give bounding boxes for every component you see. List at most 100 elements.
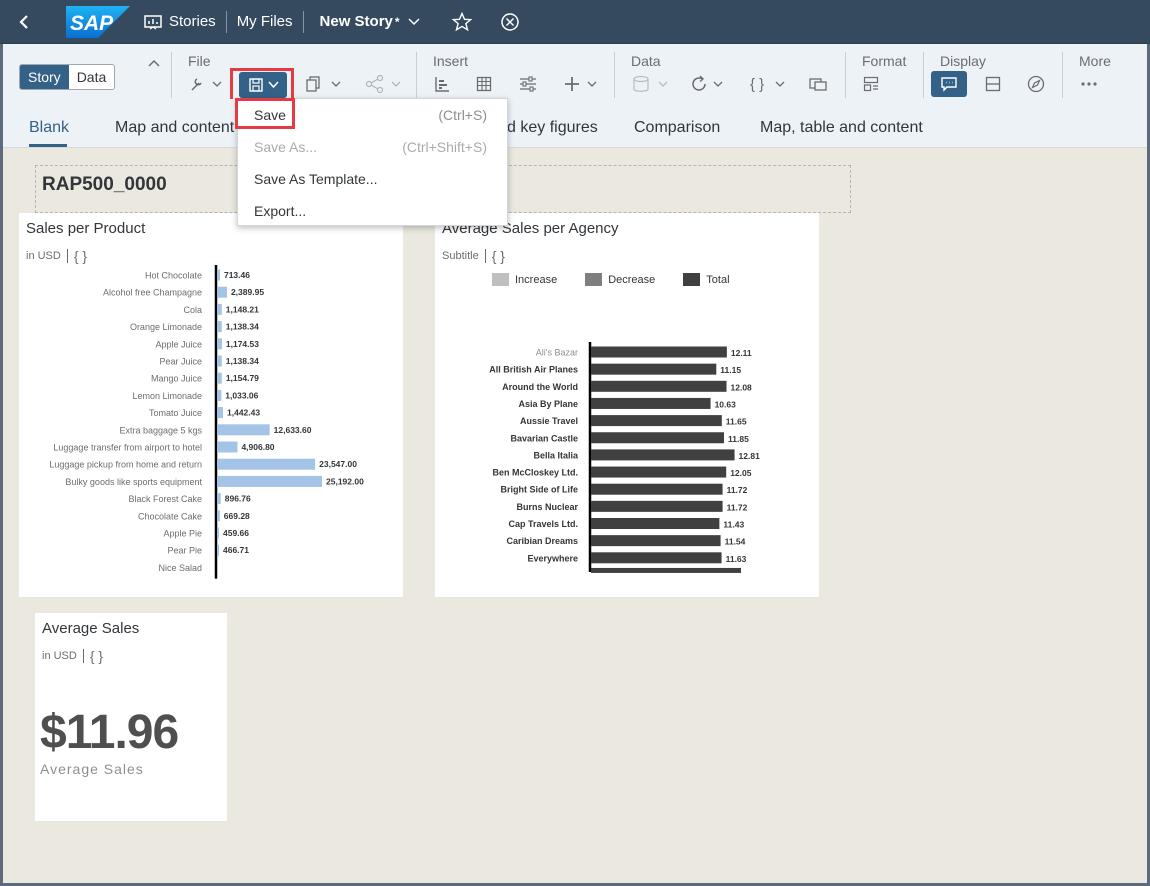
input-control-icon[interactable]	[519, 71, 537, 97]
grid-layout-icon[interactable]	[985, 71, 1001, 97]
bar	[591, 432, 724, 444]
svg-text:{ }: { }	[750, 76, 764, 93]
toolbar-separator	[845, 52, 846, 98]
group-label-format: Format	[862, 53, 907, 69]
toolbar-separator	[171, 52, 172, 98]
collapse-toolbar-icon[interactable]	[147, 50, 161, 76]
save-button[interactable]	[239, 72, 287, 98]
subtitle-divider	[82, 649, 84, 663]
toolbar-separator	[614, 52, 615, 98]
category-label: Orange Limonade	[130, 322, 202, 332]
bar	[217, 338, 222, 350]
category-label: Apple Pie	[163, 529, 202, 539]
sales-per-product-chart[interactable]: Sales per Product in USD { } Hot Chocola…	[19, 213, 403, 597]
edit-tools-icon[interactable]	[189, 71, 223, 97]
data-label: 11.72	[727, 502, 748, 512]
table-icon[interactable]	[476, 71, 492, 97]
format-styling-icon[interactable]	[863, 71, 879, 97]
toolbar: Story Data File Insert Data { } Format D…	[3, 44, 1148, 148]
data-label: 896.76	[225, 494, 251, 504]
data-label: 1,148.21	[226, 304, 259, 314]
more-icon[interactable]	[1080, 71, 1098, 97]
bar	[217, 407, 224, 419]
bar	[217, 355, 222, 367]
group-label-insert: Insert	[433, 53, 469, 69]
my-files-link[interactable]: My Files	[231, 0, 299, 44]
chart-icon[interactable]	[434, 71, 450, 97]
refresh-icon[interactable]	[691, 71, 727, 97]
data-label: 1,138.34	[226, 322, 259, 332]
category-label: Bella Italia	[533, 450, 579, 460]
formula-icon[interactable]: { }	[749, 71, 789, 97]
bar	[217, 458, 316, 470]
bar	[591, 415, 722, 427]
data-source-icon[interactable]	[632, 71, 672, 97]
category-label: Cap Travels Ltd.	[508, 519, 578, 529]
group-label-more: More	[1079, 53, 1111, 69]
sap-logo[interactable]: SAP	[66, 5, 130, 38]
tab-key-figures[interactable]: d key figures	[507, 119, 598, 137]
favorite-icon[interactable]	[446, 0, 478, 44]
data-label: 12.05	[730, 468, 752, 478]
sales-per-product-plot: Hot Chocolate 713.46 Alcohol free Champagn…	[49, 265, 364, 579]
story-name-menu[interactable]: New Story *	[314, 0, 426, 44]
bar	[217, 544, 219, 556]
linked-analysis-icon[interactable]	[809, 71, 827, 97]
average-sales-kpi[interactable]: Average Sales in USD { } $11.96 Average …	[35, 613, 227, 821]
data-label: 11.63	[726, 554, 747, 564]
shell-separator	[302, 10, 304, 33]
stories-link[interactable]: Stories	[138, 0, 222, 44]
share-icon[interactable]	[365, 71, 405, 97]
category-label: Pear Juice	[159, 357, 202, 367]
data-label: 12,633.60	[274, 425, 312, 435]
back-icon[interactable]	[6, 0, 42, 44]
data-label: 11.43	[723, 520, 744, 530]
menu-item-save-as[interactable]: Save As... (Ctrl+Shift+S)	[238, 131, 507, 163]
data-label: 11.54	[725, 537, 746, 547]
menu-item-label: Export...	[254, 203, 307, 219]
category-label: Alcohol free Champagne	[103, 288, 202, 298]
copy-icon[interactable]	[305, 71, 345, 97]
menu-item-save[interactable]: Save (Ctrl+S)	[238, 99, 507, 131]
data-label: 11.65	[726, 417, 747, 427]
data-label: 2,389.95	[231, 287, 264, 297]
group-label-display: Display	[940, 53, 986, 69]
menu-item-shortcut: (Ctrl+Shift+S)	[402, 139, 487, 155]
data-label: 23,547.00	[319, 459, 357, 469]
data-view-button[interactable]: Data	[68, 65, 115, 89]
navigation-icon[interactable]	[1027, 71, 1045, 97]
save-icon	[248, 78, 263, 92]
data-label: 25,192.00	[326, 476, 364, 486]
category-label: Bright Side of Life	[501, 485, 579, 495]
category-label: Around the World	[502, 382, 578, 392]
data-label: 713.46	[224, 270, 250, 280]
tab-blank[interactable]: Blank	[29, 119, 69, 137]
close-story-icon[interactable]	[494, 0, 526, 44]
data-label: 11.85	[728, 434, 749, 444]
avg-sales-agency-chart[interactable]: Average Sales per Agency Subtitle { } In…	[435, 213, 819, 597]
bar	[217, 372, 222, 384]
story-view-button[interactable]: Story	[20, 65, 69, 89]
bar	[591, 552, 722, 564]
add-icon[interactable]	[563, 71, 601, 97]
data-label: 466.71	[223, 545, 249, 555]
bar	[217, 441, 238, 453]
unit-label: in USD	[42, 650, 77, 662]
menu-item-export[interactable]: Export...	[238, 195, 507, 227]
bar	[591, 466, 727, 478]
comment-icon[interactable]	[931, 71, 967, 97]
tab-map-and-content[interactable]: Map and content	[115, 119, 234, 137]
bar	[217, 389, 222, 401]
bar	[217, 510, 220, 522]
tab-map-table-content[interactable]: Map, table and content	[760, 119, 923, 137]
story-title: RAP500_0000	[42, 174, 167, 195]
data-label: 11.15	[720, 365, 741, 375]
category-label: Hot Chocolate	[145, 271, 202, 281]
bar	[591, 518, 720, 529]
menu-item-save-as-template[interactable]: Save As Template...	[238, 163, 507, 195]
chevron-down-icon	[267, 81, 279, 89]
tab-comparison[interactable]: Comparison	[634, 119, 720, 137]
category-label: Nice Salad	[158, 563, 202, 573]
category-label: Extra baggage 5 kgs	[119, 425, 202, 435]
formula-brace-icon[interactable]: { }	[90, 648, 103, 664]
